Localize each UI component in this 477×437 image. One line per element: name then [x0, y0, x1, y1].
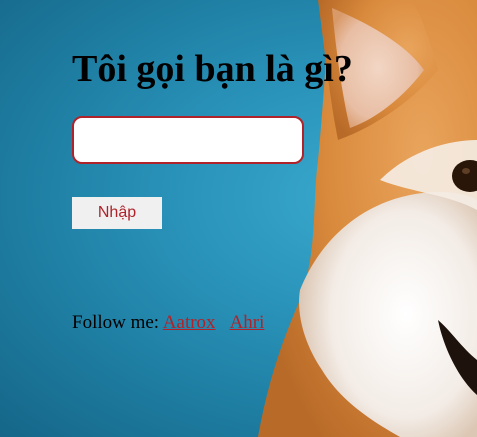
submit-button[interactable]: Nhập: [72, 197, 162, 229]
follow-links: Follow me: Aatrox Ahri: [72, 311, 264, 335]
main-content: Tôi gọi bạn là gì? Nhập Follow me: Aatro…: [0, 0, 477, 437]
link-aatrox[interactable]: Aatrox: [163, 312, 216, 333]
name-input[interactable]: [72, 116, 304, 164]
page-title: Tôi gọi bạn là gì?: [72, 48, 353, 90]
link-ahri[interactable]: Ahri: [230, 312, 265, 333]
follow-label: Follow me:: [72, 312, 160, 333]
